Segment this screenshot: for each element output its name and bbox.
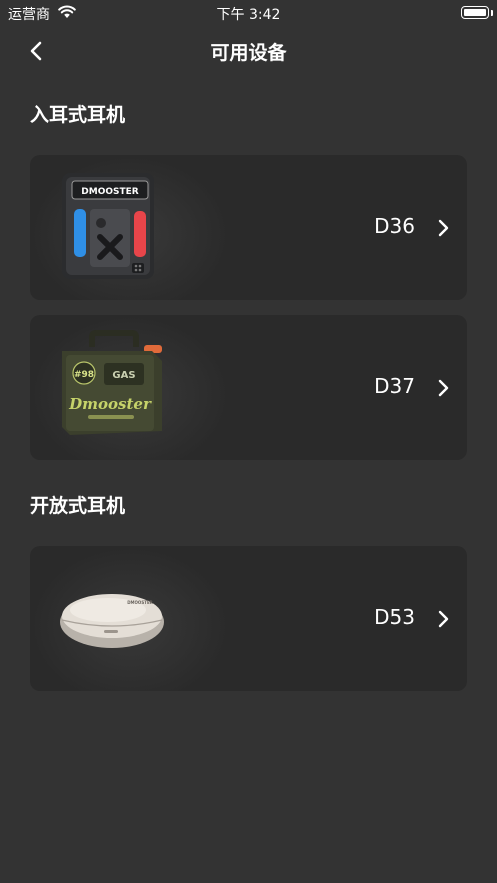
svg-text:#98: #98 bbox=[74, 370, 94, 380]
battery-cap bbox=[491, 10, 493, 16]
section-title-open-ear: 开放式耳机 bbox=[30, 495, 126, 517]
status-time: 下午 3:42 bbox=[216, 7, 281, 23]
nav-bar: 可用设备 bbox=[0, 26, 497, 76]
section-title-in-ear: 入耳式耳机 bbox=[30, 104, 126, 126]
available-devices-screen: 运营商 下午 3:42 可用设备 入耳式耳机 DMOOSTER D36 #98 … bbox=[0, 0, 497, 883]
device-name-d36: D36 bbox=[374, 214, 415, 238]
battery-icon bbox=[461, 6, 489, 19]
svg-text:DMOOSTER: DMOOSTER bbox=[127, 600, 153, 605]
d53-product-image: DMOOSTER bbox=[60, 594, 164, 648]
chevron-right-icon bbox=[438, 379, 449, 397]
device-card-d37[interactable]: #98 GAS Dmooster D37 bbox=[30, 315, 467, 460]
status-bar: 运营商 下午 3:42 bbox=[0, 0, 497, 26]
page-title: 可用设备 bbox=[210, 42, 287, 64]
svg-text:GAS: GAS bbox=[112, 370, 135, 381]
device-card-d36[interactable]: DMOOSTER D36 bbox=[30, 155, 467, 300]
chevron-right-icon bbox=[438, 610, 449, 628]
chevron-right-icon bbox=[438, 219, 449, 237]
svg-text:Dmooster: Dmooster bbox=[68, 395, 152, 413]
device-card-d53[interactable]: DMOOSTER D53 bbox=[30, 546, 467, 691]
device-name-d37: D37 bbox=[374, 374, 415, 398]
d37-product-image: #98 GAS Dmooster bbox=[62, 330, 162, 435]
d36-product-image: DMOOSTER bbox=[62, 173, 154, 279]
d36-logo-text: DMOOSTER bbox=[81, 187, 138, 197]
device-name-d53: D53 bbox=[374, 605, 415, 629]
